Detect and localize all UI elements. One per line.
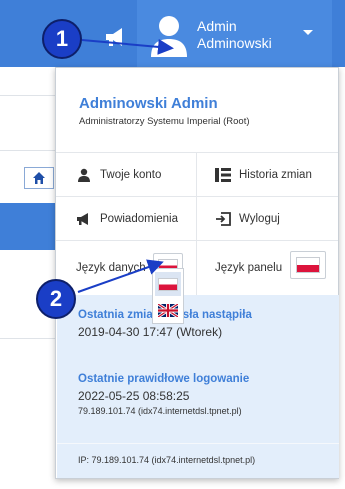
annotation-badge-1: 1 [42, 19, 82, 59]
annotation-badge-2: 2 [36, 279, 76, 319]
arrow-2 [77, 259, 164, 293]
arrow-1 [81, 38, 174, 55]
annotation-arrows [77, 38, 174, 293]
